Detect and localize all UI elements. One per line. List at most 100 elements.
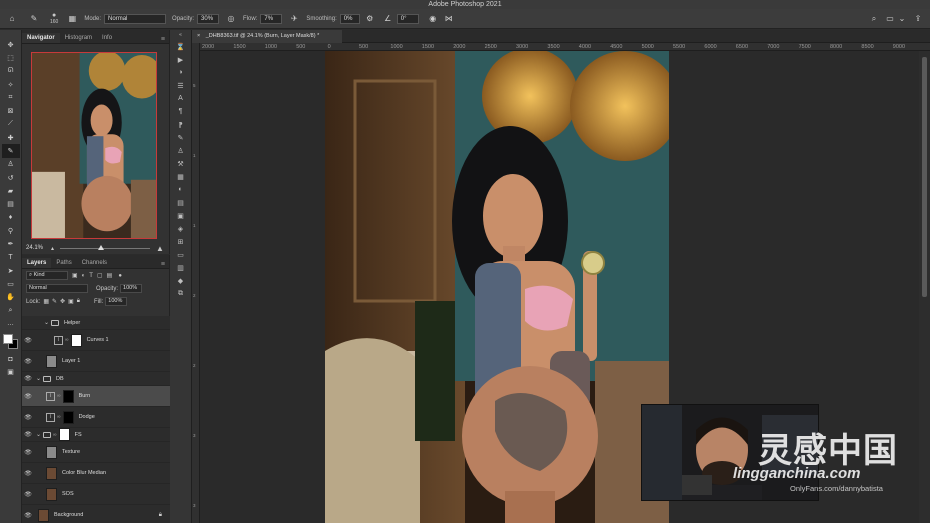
link-icon[interactable]: ∞ (65, 337, 69, 343)
patterns-panel-icon[interactable]: ⊞ (173, 235, 189, 248)
brush-tool-icon[interactable]: ✎ (1, 144, 20, 158)
layer-row-texture[interactable]: 👁︎ Texture (22, 442, 170, 463)
lock-position-icon[interactable]: ✥ (60, 298, 65, 305)
marquee-tool-icon[interactable]: ⬚ (2, 51, 20, 64)
dodge-tool-icon[interactable]: ⚲ (2, 224, 20, 237)
actions-panel-icon[interactable]: ▶ (173, 53, 189, 66)
zoom-slider[interactable] (60, 244, 151, 250)
tab-layers[interactable]: Layers (22, 258, 52, 268)
lock-image-icon[interactable]: ✎ (52, 298, 57, 305)
lock-transparent-icon[interactable]: ▦ (43, 298, 49, 305)
tool-presets-panel-icon[interactable]: ⚒ (173, 157, 189, 170)
group-expand-chevron-icon[interactable]: ⌄ (36, 431, 41, 438)
move-tool-icon[interactable]: ✥ (2, 38, 20, 51)
pen-tool-icon[interactable]: ✒ (2, 237, 20, 250)
styles-panel-icon[interactable]: ◈ (173, 222, 189, 235)
home-icon[interactable]: ⌂ (6, 13, 18, 25)
visibility-eye-icon[interactable]: 👁︎ (22, 491, 34, 498)
airbrush-icon[interactable]: ✈ (288, 13, 300, 25)
flow-field[interactable]: 7% (260, 13, 283, 24)
layer-opacity-field[interactable]: 100% (120, 284, 143, 293)
eyedropper-tool-icon[interactable]: ⟋ (2, 118, 20, 131)
tab-histogram[interactable]: Histogram (60, 33, 97, 43)
close-icon[interactable]: × (197, 33, 200, 39)
hand-tool-icon[interactable]: ✋ (2, 291, 20, 304)
tab-info[interactable]: Info (97, 33, 117, 43)
layer-row-burn[interactable]: 👁︎ ⌇ ∞ Burn (22, 386, 170, 407)
layer-thumbnail[interactable] (46, 354, 57, 368)
tab-channels[interactable]: Channels (77, 258, 112, 268)
lock-artboard-icon[interactable]: ▣ (68, 298, 74, 305)
symmetry-icon[interactable]: ⋈ (443, 13, 455, 25)
fill-field[interactable]: 100% (105, 297, 128, 306)
share-icon[interactable]: ⇪ (912, 13, 924, 25)
zoom-out-icon[interactable]: ▴ (51, 245, 54, 252)
zoom-tool-icon[interactable]: ⌕ (2, 304, 20, 317)
document-image[interactable] (325, 51, 669, 523)
pressure-size-icon[interactable]: ◉ (427, 13, 439, 25)
layer-row-background[interactable]: 👁︎ Background 🔒︎ (22, 505, 170, 523)
layer-row-sos[interactable]: 👁︎ SOS (22, 484, 170, 505)
vertical-scrollbar[interactable] (919, 51, 930, 523)
eraser-tool-icon[interactable]: ▰ (2, 184, 20, 197)
paragraph-panel-icon[interactable]: ¶ (173, 105, 189, 118)
adjustment-layer-icon[interactable]: ⌇ (46, 391, 55, 401)
brushes-panel-icon[interactable]: ✎ (173, 131, 189, 144)
clone-stamp-tool-icon[interactable]: ♙ (2, 158, 20, 171)
blend-mode-select[interactable]: Normal (26, 284, 88, 293)
group-expand-chevron-icon[interactable]: ⌄ (44, 319, 49, 326)
angle-field[interactable]: 0° (396, 13, 419, 24)
clone-source-panel-icon[interactable]: ♙ (173, 144, 189, 157)
smoothing-gear-icon[interactable]: ⚙ (364, 13, 376, 25)
link-icon[interactable]: ∞ (57, 414, 61, 420)
layer-row-helper[interactable]: ⌄ Helper (22, 316, 170, 330)
brush-settings-icon[interactable]: ▦ (66, 13, 78, 25)
filter-type-icon[interactable]: T (89, 273, 93, 279)
filter-shape-icon[interactable]: ▢ (97, 272, 103, 279)
layer-thumbnail[interactable] (46, 445, 57, 459)
opacity-field[interactable]: 30% (197, 13, 220, 24)
quick-select-tool-icon[interactable]: ✧ (2, 78, 20, 91)
history-brush-tool-icon[interactable]: ↺ (2, 171, 20, 184)
chevron-down-icon[interactable]: ⌄ (896, 13, 908, 25)
lock-all-icon[interactable]: 🔒︎ (77, 298, 80, 305)
path-select-tool-icon[interactable]: ➤ (2, 264, 20, 277)
gradients-panel-icon[interactable]: ▤ (173, 196, 189, 209)
visibility-eye-icon[interactable]: 👁︎ (22, 358, 34, 365)
mode-select[interactable]: Normal (104, 13, 167, 24)
visibility-eye-icon[interactable]: 👁︎ (22, 337, 34, 344)
visibility-eye-icon[interactable]: 👁︎ (22, 431, 34, 438)
foreground-color-swatch[interactable] (2, 333, 13, 344)
zoom-slider-knob[interactable] (97, 244, 104, 250)
visibility-eye-icon[interactable]: 👁︎ (22, 414, 34, 421)
layer-mask-thumbnail[interactable] (70, 333, 82, 347)
filter-toggle-icon[interactable]: ● (118, 273, 122, 279)
navigator-zoom-value[interactable]: 24.1% (26, 245, 43, 251)
brush-tool-icon[interactable]: ✎ (28, 13, 40, 25)
filter-adjustment-icon[interactable]: ◐ (82, 273, 86, 279)
notes-panel-icon[interactable]: ▭ (173, 248, 189, 261)
more-tools-icon[interactable]: … (2, 317, 20, 330)
link-icon[interactable]: ∞ (53, 432, 57, 438)
rectangle-tool-icon[interactable]: ▭ (2, 277, 20, 290)
history-panel-icon[interactable]: ⌛ (173, 40, 189, 53)
quick-mask-icon[interactable]: ◘ (2, 353, 20, 366)
visibility-eye-icon[interactable]: 👁︎ (22, 449, 34, 456)
navigator-thumbnail[interactable] (31, 52, 157, 239)
layer-thumbnail[interactable] (38, 508, 49, 522)
layer-thumbnail[interactable] (46, 466, 57, 480)
pressure-opacity-icon[interactable]: ◎ (225, 13, 237, 25)
zoom-in-icon[interactable]: ▲ (156, 244, 164, 253)
layer-comps-panel-icon[interactable]: ⧉ (173, 287, 189, 300)
layer-mask-thumbnail[interactable] (62, 410, 74, 424)
adjustment-layer-icon[interactable]: ⌇ (46, 412, 55, 422)
layer-mask-thumbnail[interactable] (62, 389, 74, 403)
frame-tool-icon[interactable]: ⊠ (2, 104, 20, 117)
layer-row-layer-1[interactable]: 👁︎ Layer 1 (22, 351, 170, 372)
filter-smart-object-icon[interactable]: ▤ (107, 272, 113, 279)
swatches-panel-icon[interactable]: ▦ (173, 170, 189, 183)
color-panel-icon[interactable]: ◐ (173, 183, 189, 196)
glyphs-panel-icon[interactable]: ⁋ (173, 118, 189, 131)
crop-tool-icon[interactable]: ⌗ (2, 91, 20, 104)
visibility-eye-icon[interactable]: 👁︎ (22, 470, 34, 477)
